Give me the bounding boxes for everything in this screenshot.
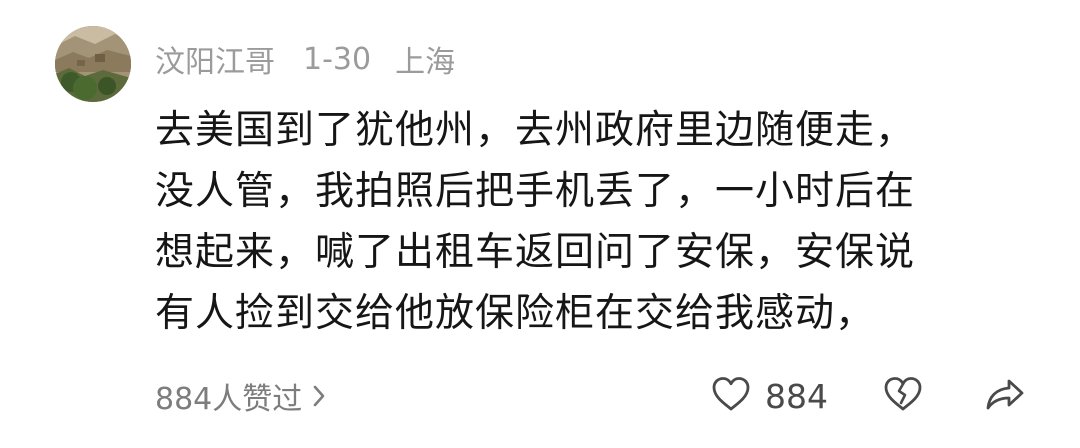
comment-line-1: 去美国到了犹他州，去州政府里边随便走， <box>155 108 916 153</box>
likes-summary-label: 884人赞过 <box>155 382 303 417</box>
author-name[interactable]: 汶阳江哥 <box>155 37 275 81</box>
comment-text: 去美国到了犹他州，去州政府里边随便走， 没人管，我拍照后把手机丢了，一小时后在 … <box>155 100 1005 344</box>
avatar-image <box>55 26 131 102</box>
comment-date: 1-30 <box>303 41 372 77</box>
comment-footer: 884人赞过 884 <box>155 370 1025 422</box>
share-button[interactable] <box>985 376 1025 416</box>
avatar[interactable] <box>55 26 131 102</box>
comment-line-4: 有人捡到交给他放保险柜在交给我感动， <box>155 291 876 336</box>
likes-summary-link[interactable]: 884人赞过 <box>155 374 326 418</box>
dislike-button[interactable] <box>883 376 923 416</box>
share-arrow-icon <box>985 376 1025 416</box>
comment-location: 上海 <box>395 45 456 80</box>
broken-heart-icon <box>883 376 923 416</box>
comment-meta: 汶阳江哥 1-30 上海 <box>155 37 456 81</box>
like-button[interactable]: 884 <box>711 376 828 416</box>
like-count: 884 <box>765 376 828 416</box>
comment-card: 汶阳江哥 1-30 上海 去美国到了犹他州，去州政府里边随便走， 没人管，我拍照… <box>0 0 1080 448</box>
comment-actions: 884 <box>711 376 1025 416</box>
heart-outline-icon <box>711 376 751 416</box>
comment-line-3: 想起来，喊了出租车返回问了安保，安保说 <box>155 230 916 275</box>
comment-line-2: 没人管，我拍照后把手机丢了，一小时后在 <box>155 169 916 214</box>
chevron-right-icon <box>312 384 326 408</box>
